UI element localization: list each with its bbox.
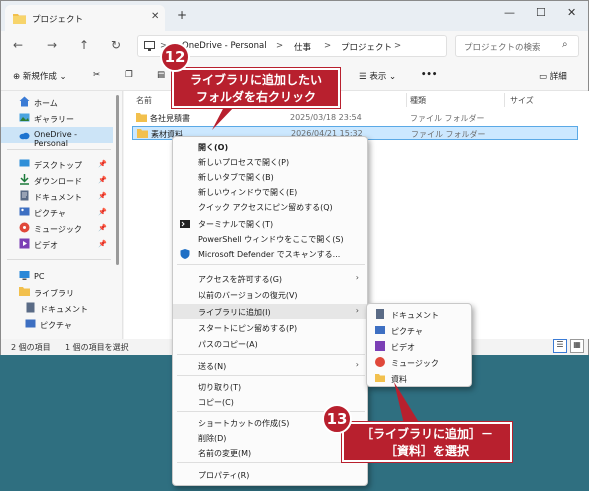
callout-text: ［資料］を選択 (384, 444, 469, 458)
callout-step-12: ライブラリに追加したい フォルダを右クリック (172, 68, 340, 108)
callout-text: ライブラリに追加したい (189, 73, 322, 87)
callout-text: ［ライブラリに追加］－ (360, 427, 493, 441)
step-badge-12: 12 (160, 42, 190, 72)
callout-pointer-12 (212, 105, 236, 130)
step-badge-13: 13 (322, 404, 352, 434)
callout-step-13: ［ライブラリに追加］－ ［資料］を選択 (342, 422, 512, 462)
callout-text: フォルダを右クリック (195, 90, 316, 104)
callout-pointer-13 (394, 382, 420, 424)
